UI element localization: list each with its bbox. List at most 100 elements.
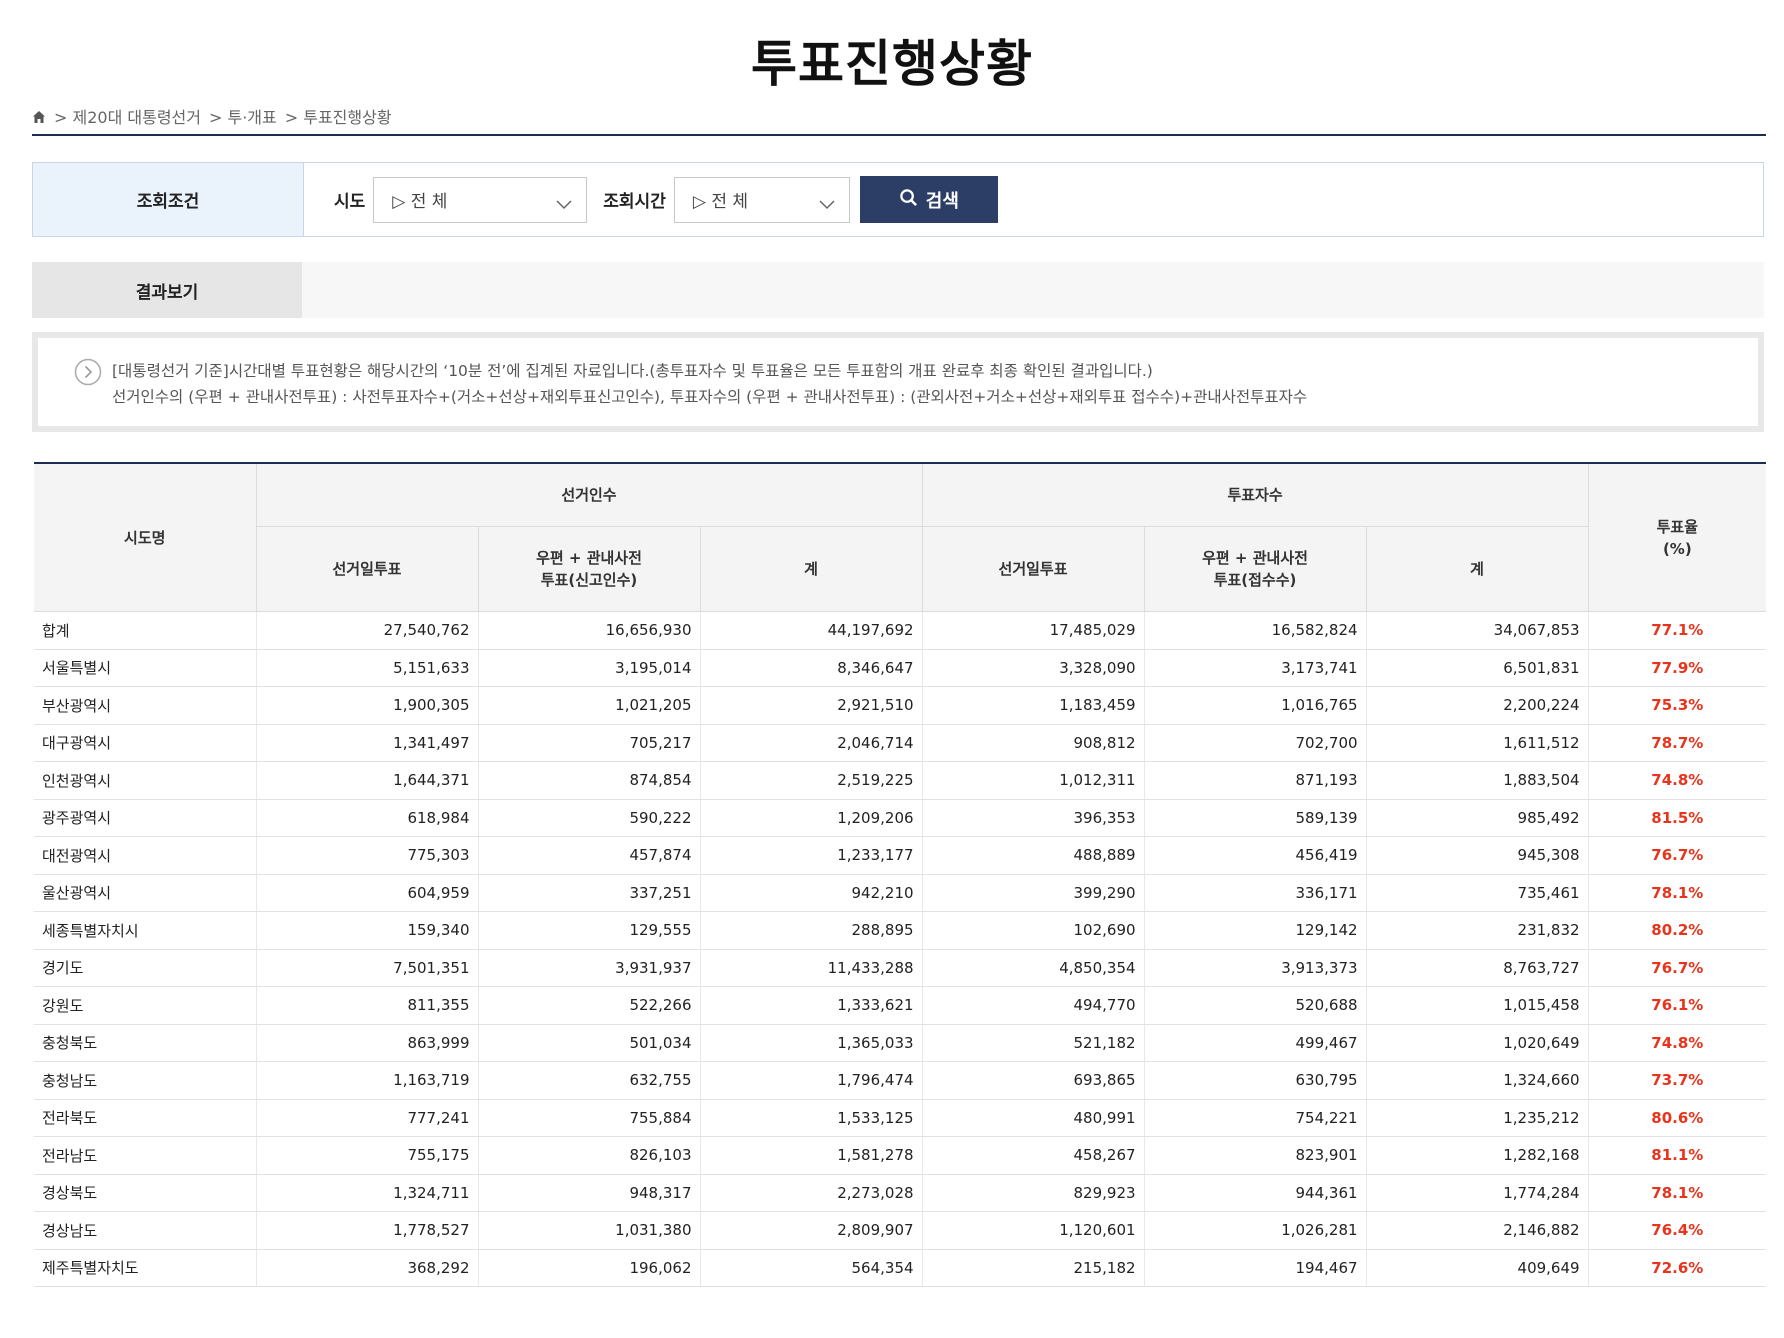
sido-select[interactable]: ▷ 전 체	[373, 176, 588, 223]
time-select[interactable]: ▷ 전 체	[673, 176, 850, 223]
cell-voters-mail: 1,026,281	[1144, 1211, 1367, 1250]
table-body: 합계 27,540,762 16,656,930 44,197,692 17,485,0…	[34, 611, 1767, 1287]
cell-electorate-mail: 755,884	[478, 1099, 701, 1137]
cell-electorate-mail: 705,217	[478, 724, 701, 762]
cell-electorate-day: 368,292	[256, 1249, 479, 1287]
cell-voters-day: 4,850,354	[922, 949, 1145, 987]
cell-voters-total: 231,832	[1366, 911, 1589, 950]
cell-region: 전라북도	[34, 1099, 257, 1137]
cell-voters-mail: 456,419	[1144, 836, 1367, 875]
header-electorate-mail-line1: 우편 + 관내사전	[536, 549, 642, 567]
cell-region: 합계	[34, 611, 257, 650]
cell-electorate-total: 8,346,647	[700, 649, 923, 687]
cell-region: 경상북도	[34, 1174, 257, 1212]
cell-electorate-day: 1,163,719	[256, 1061, 479, 1100]
cell-electorate-day: 618,984	[256, 799, 479, 837]
cell-voters-mail: 1,016,765	[1144, 686, 1367, 725]
cell-voters-day: 1,012,311	[922, 761, 1145, 800]
cell-voters-day: 693,865	[922, 1061, 1145, 1100]
home-icon[interactable]	[32, 109, 46, 123]
cell-electorate-mail: 1,031,380	[478, 1211, 701, 1250]
header-voters-mail: 우편 + 관내사전 투표(접수수)	[1143, 526, 1367, 612]
cell-electorate-day: 811,355	[256, 986, 479, 1025]
cell-electorate-day: 1,900,305	[256, 686, 479, 725]
cell-electorate-mail: 826,103	[478, 1136, 701, 1175]
cell-electorate-mail: 3,931,937	[478, 949, 701, 987]
table-row: 울산광역시 604,959 337,251 942,210 399,290 336,171…	[34, 874, 1767, 912]
cell-electorate-day: 1,644,371	[256, 761, 479, 800]
table-row: 충청북도 863,999 501,034 1,365,033 521,182 499,46…	[34, 1024, 1767, 1062]
cell-voters-total: 1,774,284	[1366, 1174, 1589, 1212]
cell-voters-total: 1,015,458	[1366, 986, 1589, 1025]
cell-voters-day: 480,991	[922, 1099, 1145, 1137]
cell-voters-mail: 823,901	[1144, 1136, 1367, 1175]
table-row: 인천광역시 1,644,371 874,854 2,519,225 1,012,311 8…	[34, 761, 1767, 800]
breadcrumb-item-vote-status[interactable]: > 투표진행상황	[285, 104, 392, 128]
cell-turnout-rate: 76.1%	[1588, 986, 1767, 1025]
cell-region: 제주특별자치도	[34, 1249, 257, 1287]
cell-region: 충청남도	[34, 1061, 257, 1100]
cell-turnout-rate: 72.6%	[1588, 1249, 1767, 1287]
cell-electorate-total: 288,895	[700, 911, 923, 950]
cell-electorate-total: 1,365,033	[700, 1024, 923, 1062]
cell-turnout-rate: 78.1%	[1588, 1174, 1767, 1212]
time-label: 조회시간	[603, 192, 666, 212]
table-row: 광주광역시 618,984 590,222 1,209,206 396,353 589,1…	[34, 799, 1767, 837]
cell-voters-total: 2,146,882	[1366, 1211, 1589, 1250]
cell-region: 부산광역시	[34, 686, 257, 725]
chevron-right-circle-icon	[74, 358, 102, 386]
cell-voters-total: 735,461	[1366, 874, 1589, 912]
cell-electorate-mail: 590,222	[478, 799, 701, 837]
cell-electorate-mail: 457,874	[478, 836, 701, 875]
cell-voters-total: 1,883,504	[1366, 761, 1589, 800]
cell-turnout-rate: 73.7%	[1588, 1061, 1767, 1100]
header-electorate-mail-line2: 투표(신고인수)	[540, 571, 638, 589]
table-row: 부산광역시 1,900,305 1,021,205 2,921,510 1,183,45…	[34, 686, 1767, 725]
cell-turnout-rate: 76.4%	[1588, 1211, 1767, 1250]
result-bar: 결과보기	[32, 262, 1764, 318]
cell-turnout-rate: 77.9%	[1588, 649, 1767, 687]
cell-electorate-day: 27,540,762	[256, 611, 479, 650]
cell-electorate-day: 777,241	[256, 1099, 479, 1137]
cell-electorate-mail: 501,034	[478, 1024, 701, 1062]
cell-voters-total: 945,308	[1366, 836, 1589, 875]
cell-electorate-mail: 1,021,205	[478, 686, 701, 725]
cell-voters-day: 1,183,459	[922, 686, 1145, 725]
cell-voters-mail: 754,221	[1144, 1099, 1367, 1137]
tab-result-view[interactable]: 결과보기	[32, 262, 302, 318]
cell-turnout-rate: 78.1%	[1588, 874, 1767, 912]
cell-electorate-mail: 196,062	[478, 1249, 701, 1287]
cell-electorate-total: 942,210	[700, 874, 923, 912]
header-region: 시도명	[34, 462, 257, 612]
cell-electorate-mail: 948,317	[478, 1174, 701, 1212]
table-row: 충청남도 1,163,719 632,755 1,796,474 693,865 630,…	[34, 1061, 1767, 1100]
breadcrumb-item-vote-count[interactable]: > 투·개표	[209, 104, 277, 128]
cell-region: 경상남도	[34, 1211, 257, 1250]
cell-electorate-total: 11,433,288	[700, 949, 923, 987]
breadcrumb-item-election[interactable]: > 제20대 대통령선거	[54, 104, 201, 128]
breadcrumb: > 제20대 대통령선거 > 투·개표 > 투표진행상황	[32, 104, 392, 128]
cell-voters-mail: 16,582,824	[1144, 611, 1367, 650]
cell-region: 인천광역시	[34, 761, 257, 800]
vote-status-table: 시도명 선거인수 투표자수 투표율 (%) 선거일투표 우편 + 관내사전 투표…	[34, 462, 1767, 1287]
cell-electorate-mail: 129,555	[478, 911, 701, 950]
table-row: 대구광역시 1,341,497 705,217 2,046,714 908,812 702…	[34, 724, 1767, 762]
header-electorate-day: 선거일투표	[256, 526, 479, 612]
header-electorate: 선거인수	[255, 462, 923, 527]
cell-electorate-mail: 522,266	[478, 986, 701, 1025]
cell-voters-mail: 520,688	[1144, 986, 1367, 1025]
cell-voters-total: 409,649	[1366, 1249, 1589, 1287]
header-voters-day: 선거일투표	[921, 526, 1145, 612]
cell-voters-total: 2,200,224	[1366, 686, 1589, 725]
header-electorate-mail: 우편 + 관내사전 투표(신고인수)	[477, 526, 701, 612]
cell-turnout-rate: 80.6%	[1588, 1099, 1767, 1137]
table-row: 경상남도 1,778,527 1,031,380 2,809,907 1,120,601…	[34, 1211, 1767, 1250]
cell-region: 충청북도	[34, 1024, 257, 1062]
table-row: 전라남도 755,175 826,103 1,581,278 458,267 823,90…	[34, 1136, 1767, 1175]
search-button[interactable]: 검색	[859, 176, 998, 223]
cell-voters-day: 215,182	[922, 1249, 1145, 1287]
table-row: 경상북도 1,324,711 948,317 2,273,028 829,923 944,…	[34, 1174, 1767, 1212]
cell-voters-day: 829,923	[922, 1174, 1145, 1212]
cell-voters-day: 494,770	[922, 986, 1145, 1025]
table-row: 전라북도 777,241 755,884 1,533,125 480,991 754,22…	[34, 1099, 1767, 1137]
